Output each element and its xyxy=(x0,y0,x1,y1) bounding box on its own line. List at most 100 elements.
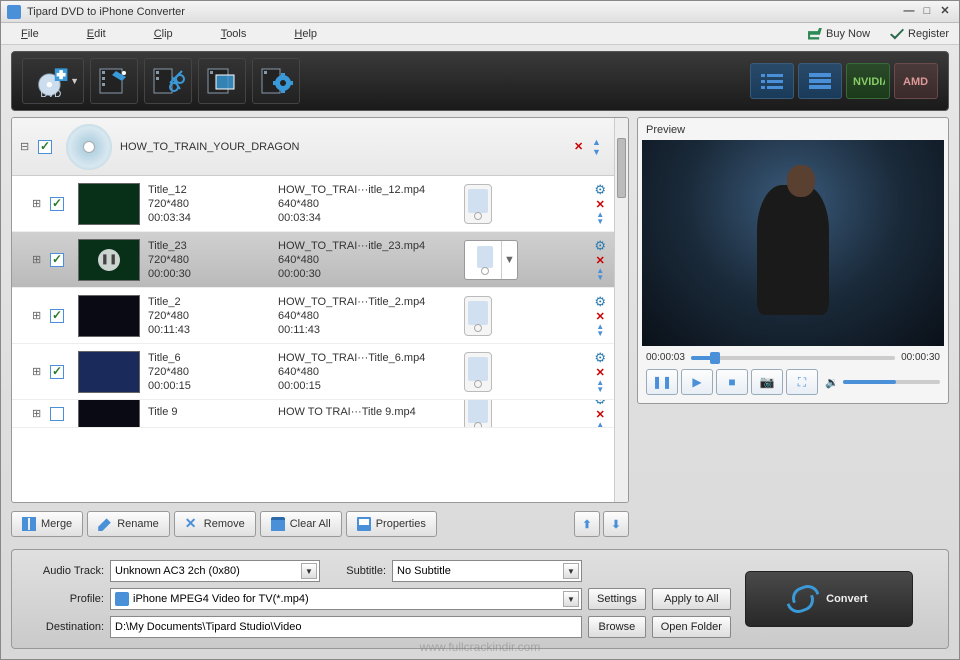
clear-all-button[interactable]: Clear All xyxy=(260,511,342,537)
arrow-down-icon[interactable]: ▼ xyxy=(596,330,604,337)
fullscreen-button[interactable]: ⛶ xyxy=(786,369,818,395)
open-folder-button[interactable]: Open Folder xyxy=(652,616,731,638)
scrollbar[interactable] xyxy=(614,118,628,502)
title-info: Title_2 720*480 00:11:43 xyxy=(148,296,278,336)
collapse-icon[interactable]: ⊟ xyxy=(20,140,32,153)
browse-button[interactable]: Browse xyxy=(588,616,646,638)
properties-button[interactable]: Properties xyxy=(346,511,437,537)
snapshot-button[interactable]: 📷 xyxy=(751,369,783,395)
convert-button[interactable]: Convert xyxy=(745,571,913,627)
merge-icon xyxy=(22,517,36,531)
preview-panel: Preview 00:00:03 00:00:30 ❚❚ ▶ ■ 📷 ⛶ 🔉 xyxy=(637,117,949,404)
output-duration: 00:11:43 xyxy=(278,324,458,336)
expand-icon[interactable]: ⊞ xyxy=(32,407,44,420)
title-checkbox[interactable] xyxy=(50,309,64,323)
thumbnail xyxy=(78,295,140,337)
arrow-down-icon[interactable]: ▼ xyxy=(592,147,606,157)
destination-field[interactable]: D:\My Documents\Tipard Studio\Video xyxy=(110,616,582,638)
bottom-bar: Audio Track: Unknown AC3 2ch (0x80)▼ Sub… xyxy=(11,549,949,649)
output-info: HOW_TO_TRAI···Title_2.mp4 640*480 00:11:… xyxy=(278,296,458,336)
title-checkbox[interactable] xyxy=(50,253,64,267)
iphone-icon xyxy=(464,184,492,224)
iphone-icon xyxy=(464,296,492,336)
chevron-down-icon[interactable]: ▼ xyxy=(501,241,517,279)
buy-now-link[interactable]: Buy Now xyxy=(808,28,870,40)
load-dvd-button[interactable]: DVD ▼ xyxy=(22,58,84,104)
title-row[interactable]: ⊞ Title 9 HOW TO TRAI···Title 9.mp4 ⚙ ✕ … xyxy=(12,400,614,428)
apply-to-all-button[interactable]: Apply to All xyxy=(652,588,731,610)
arrow-down-icon[interactable]: ▼ xyxy=(596,274,604,281)
rename-button[interactable]: Rename xyxy=(87,511,170,537)
settings-button[interactable] xyxy=(252,58,300,104)
register-label: Register xyxy=(908,28,949,40)
disc-checkbox[interactable] xyxy=(38,140,52,154)
scroll-thumb[interactable] xyxy=(617,138,626,198)
view-detail-button[interactable] xyxy=(798,63,842,99)
play-button[interactable]: ▶ xyxy=(681,369,713,395)
disc-row[interactable]: ⊟ HOW_TO_TRAIN_YOUR_DRAGON ✕ ▲▼ xyxy=(12,118,614,176)
menu-help[interactable]: Help xyxy=(294,28,317,40)
gear-icon[interactable]: ⚙ xyxy=(594,182,606,198)
maximize-button[interactable]: □ xyxy=(919,5,935,19)
device-combo[interactable]: ▼ xyxy=(464,240,518,280)
chevron-down-icon[interactable]: ▼ xyxy=(563,591,579,607)
title-checkbox[interactable] xyxy=(50,197,64,211)
subtitle-combo[interactable]: No Subtitle▼ xyxy=(392,560,582,582)
menu-clip[interactable]: Clip xyxy=(154,28,173,40)
menu-file[interactable]: File xyxy=(21,28,39,40)
gear-icon[interactable]: ⚙ xyxy=(594,350,606,366)
title-row[interactable]: ⊞ Title_12 720*480 00:03:34 HOW_TO_TRAI·… xyxy=(12,176,614,232)
pause-button[interactable]: ❚❚ xyxy=(646,369,678,395)
title-checkbox[interactable] xyxy=(50,365,64,379)
gear-icon[interactable]: ⚙ xyxy=(594,400,606,408)
minimize-button[interactable]: — xyxy=(901,5,917,19)
output-name: HOW_TO_TRAI···Title_2.mp4 xyxy=(278,296,458,308)
title-row[interactable]: ⊞ Title_6 720*480 00:00:15 HOW_TO_TRAI··… xyxy=(12,344,614,400)
close-button[interactable]: ✕ xyxy=(937,5,953,19)
time-position: 00:00:03 xyxy=(646,352,685,363)
expand-icon[interactable]: ⊞ xyxy=(32,197,44,210)
output-info: HOW_TO_TRAI···Title_6.mp4 640*480 00:00:… xyxy=(278,352,458,392)
title-name: Title_23 xyxy=(148,240,278,252)
crop-button[interactable] xyxy=(198,58,246,104)
list-actions: Merge Rename ✕Remove Clear All Propertie… xyxy=(11,503,629,539)
expand-icon[interactable]: ⊞ xyxy=(32,253,44,266)
title-row[interactable]: ⊞ ❚❚ Title_23 720*480 00:00:30 HOW_TO_TR… xyxy=(12,232,614,288)
app-icon xyxy=(7,5,21,19)
chevron-down-icon[interactable]: ▼ xyxy=(301,563,317,579)
profile-settings-button[interactable]: Settings xyxy=(588,588,646,610)
rename-label: Rename xyxy=(117,518,159,530)
menu-edit[interactable]: Edit xyxy=(87,28,106,40)
title-row[interactable]: ⊞ Title_2 720*480 00:11:43 HOW_TO_TRAI··… xyxy=(12,288,614,344)
merge-button[interactable]: Merge xyxy=(11,511,83,537)
gear-icon[interactable]: ⚙ xyxy=(594,294,606,310)
title-name: Title 9 xyxy=(148,406,278,418)
output-resolution: 640*480 xyxy=(278,366,458,378)
arrow-up-icon[interactable]: ▲ xyxy=(592,137,606,147)
expand-icon[interactable]: ⊞ xyxy=(32,365,44,378)
expand-icon[interactable]: ⊞ xyxy=(32,309,44,322)
remove-button[interactable]: ✕Remove xyxy=(174,511,256,537)
move-up-button[interactable]: ⬆ xyxy=(574,511,600,537)
volume-slider[interactable] xyxy=(843,380,940,384)
remove-disc-icon[interactable]: ✕ xyxy=(574,140,588,153)
view-list-button[interactable] xyxy=(750,63,794,99)
chevron-down-icon[interactable]: ▼ xyxy=(563,563,579,579)
play-overlay-icon: ❚❚ xyxy=(98,249,120,271)
volume-icon[interactable]: 🔉 xyxy=(825,376,839,389)
gear-icon[interactable]: ⚙ xyxy=(594,238,606,254)
trim-button[interactable] xyxy=(144,58,192,104)
move-down-button[interactable]: ⬇ xyxy=(603,511,629,537)
title-checkbox[interactable] xyxy=(50,407,64,421)
profile-combo[interactable]: iPhone MPEG4 Video for TV(*.mp4)▼ xyxy=(110,588,582,610)
output-duration: 00:00:15 xyxy=(278,380,458,392)
arrow-down-icon[interactable]: ▼ xyxy=(596,386,604,393)
register-link[interactable]: Register xyxy=(890,28,949,40)
audio-track-combo[interactable]: Unknown AC3 2ch (0x80)▼ xyxy=(110,560,320,582)
menu-tools[interactable]: Tools xyxy=(221,28,247,40)
stop-button[interactable]: ■ xyxy=(716,369,748,395)
seek-slider[interactable] xyxy=(691,356,895,360)
arrow-down-icon[interactable]: ▼ xyxy=(596,218,604,225)
preview-video[interactable] xyxy=(642,140,944,346)
effect-button[interactable] xyxy=(90,58,138,104)
